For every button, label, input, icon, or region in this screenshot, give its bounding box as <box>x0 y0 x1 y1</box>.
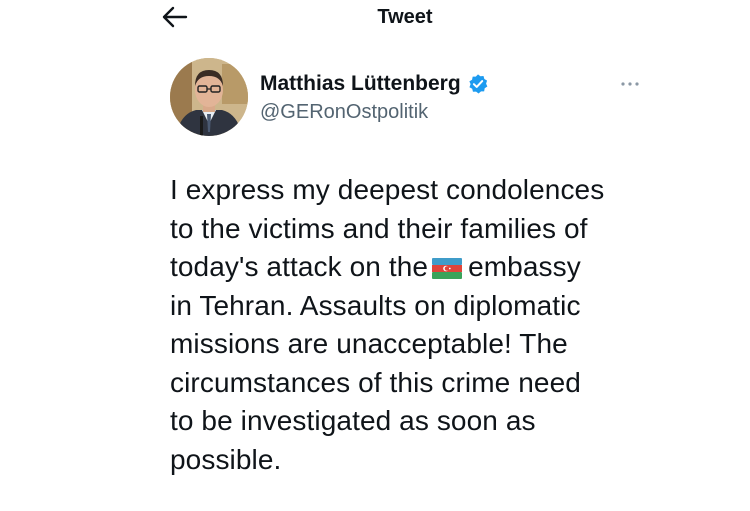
back-button[interactable] <box>158 2 192 32</box>
tweet-text: I express my deepest condolences to the … <box>170 171 670 479</box>
tweet-text-line: to be investigated as soon as <box>170 405 536 436</box>
more-options-icon <box>621 82 639 86</box>
tweet-text-line: today's attack on the embassy <box>170 248 670 287</box>
verified-badge-icon <box>469 74 488 94</box>
tweet-text-line: to the victims and their families of <box>170 212 588 244</box>
tweet-text-fragment: embassy <box>468 251 581 282</box>
page-title: Tweet <box>377 6 433 28</box>
more-options-button[interactable] <box>616 74 644 94</box>
tweet-text-line: circumstances of this crime need <box>170 366 581 398</box>
tweet-text-line: possible. <box>170 443 282 475</box>
tweet-text-fragment: today's attack on the <box>170 251 429 282</box>
avatar[interactable] <box>170 58 248 136</box>
azerbaijan-flag-icon <box>432 258 463 279</box>
tweet-detail-screen: Tweet Matthias Lüttenberg @GERonOstpolit… <box>0 0 750 511</box>
arrow-left-icon <box>162 6 188 28</box>
author-display-name[interactable]: Matthias Lüttenberg <box>260 72 461 96</box>
author-name-row: Matthias Lüttenberg <box>260 71 489 97</box>
author-handle[interactable]: @GERonOstpolitik <box>260 101 428 124</box>
tweet-text-line: missions are unacceptable! The <box>170 328 568 359</box>
tweet-text-line: in Tehran. Assaults on diplomatic <box>170 289 581 321</box>
tweet-text-line: I express my deepest condolences <box>170 174 605 205</box>
avatar-image <box>170 58 248 136</box>
